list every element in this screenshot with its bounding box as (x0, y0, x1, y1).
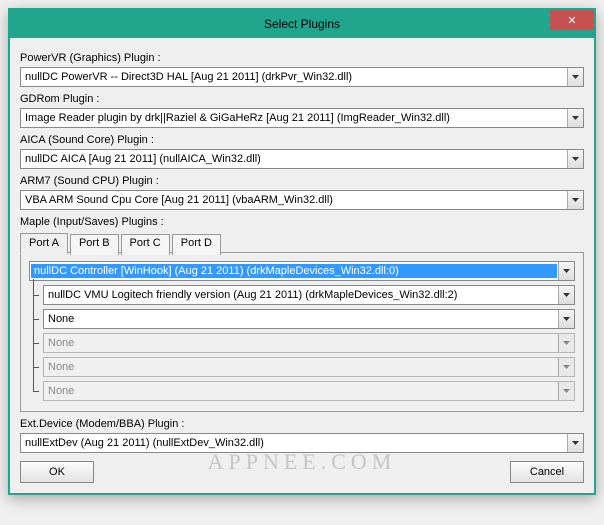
maple-tabpanel: nullDC Controller [WinHook] (Aug 21 2011… (20, 252, 584, 412)
maple-row-2: None (29, 309, 575, 329)
maple-row-3: None (29, 333, 575, 353)
branch-icon (29, 285, 43, 305)
maple-subdevice-combo-1[interactable]: nullDC VMU Logitech friendly version (Au… (43, 285, 575, 305)
chevron-down-icon (567, 109, 583, 127)
maple-subdevice-combo-2[interactable]: None (43, 309, 575, 329)
tab-port-d[interactable]: Port D (172, 234, 221, 255)
tab-port-c[interactable]: Port C (121, 234, 170, 255)
dialog-window: Select Plugins ✕ PowerVR (Graphics) Plug… (8, 8, 596, 495)
titlebar: Select Plugins ✕ (10, 10, 594, 38)
tab-port-b[interactable]: Port B (70, 234, 119, 255)
chevron-down-icon (558, 334, 574, 352)
chevron-down-icon (567, 150, 583, 168)
maple-row-0: nullDC Controller [WinHook] (Aug 21 2011… (29, 261, 575, 281)
powervr-label: PowerVR (Graphics) Plugin : (20, 52, 584, 64)
branch-icon (29, 381, 43, 401)
maple-device-value-0: nullDC Controller [WinHook] (Aug 21 2011… (31, 264, 557, 278)
branch-icon (29, 333, 43, 353)
powervr-combo[interactable]: nullDC PowerVR -- Direct3D HAL [Aug 21 2… (20, 67, 584, 87)
aica-label: AICA (Sound Core) Plugin : (20, 134, 584, 146)
maple-row-1: nullDC VMU Logitech friendly version (Au… (29, 285, 575, 305)
chevron-down-icon (567, 68, 583, 86)
maple-subdevice-combo-4: None (43, 357, 575, 377)
maple-label: Maple (Input/Saves) Plugins : (20, 216, 584, 228)
chevron-down-icon (567, 191, 583, 209)
extdev-label: Ext.Device (Modem/BBA) Plugin : (20, 418, 584, 430)
maple-subdevice-combo-3: None (43, 333, 575, 353)
powervr-value: nullDC PowerVR -- Direct3D HAL [Aug 21 2… (21, 71, 567, 83)
maple-subdevice-combo-5: None (43, 381, 575, 401)
gdrom-value: Image Reader plugin by drk||Raziel & GiG… (21, 112, 567, 124)
chevron-down-icon (558, 310, 574, 328)
dialog-content: PowerVR (Graphics) Plugin : nullDC Power… (10, 38, 594, 493)
ok-button[interactable]: OK (20, 461, 94, 483)
chevron-down-icon (558, 286, 574, 304)
maple-subdevice-value-1: nullDC VMU Logitech friendly version (Au… (44, 289, 558, 301)
button-bar: OK Cancel (20, 461, 584, 483)
window-title: Select Plugins (264, 17, 340, 31)
maple-tabs: Port A Port B Port C Port D (20, 232, 584, 253)
arm7-combo[interactable]: VBA ARM Sound Cpu Core [Aug 21 2011] (vb… (20, 190, 584, 210)
chevron-down-icon (567, 434, 583, 452)
extdev-combo[interactable]: nullExtDev (Aug 21 2011) (nullExtDev_Win… (20, 433, 584, 453)
gdrom-label: GDRom Plugin : (20, 93, 584, 105)
arm7-value: VBA ARM Sound Cpu Core [Aug 21 2011] (vb… (21, 194, 567, 206)
branch-icon (29, 309, 43, 329)
tab-port-a[interactable]: Port A (20, 233, 68, 254)
maple-row-4: None (29, 357, 575, 377)
chevron-down-icon (558, 382, 574, 400)
close-button[interactable]: ✕ (550, 10, 594, 30)
aica-value: nullDC AICA [Aug 21 2011] (nullAICA_Win3… (21, 153, 567, 165)
branch-icon (29, 357, 43, 377)
maple-subdevice-value-2: None (44, 313, 558, 325)
chevron-down-icon (558, 262, 574, 280)
extdev-value: nullExtDev (Aug 21 2011) (nullExtDev_Win… (21, 437, 567, 449)
aica-combo[interactable]: nullDC AICA [Aug 21 2011] (nullAICA_Win3… (20, 149, 584, 169)
maple-row-5: None (29, 381, 575, 401)
arm7-label: ARM7 (Sound CPU) Plugin : (20, 175, 584, 187)
gdrom-combo[interactable]: Image Reader plugin by drk||Raziel & GiG… (20, 108, 584, 128)
cancel-button[interactable]: Cancel (510, 461, 584, 483)
chevron-down-icon (558, 358, 574, 376)
maple-subdevice-value-3: None (44, 337, 558, 349)
close-icon: ✕ (567, 14, 576, 27)
maple-subdevice-value-5: None (44, 385, 558, 397)
maple-device-combo-0[interactable]: nullDC Controller [WinHook] (Aug 21 2011… (29, 261, 575, 281)
maple-subdevice-value-4: None (44, 361, 558, 373)
